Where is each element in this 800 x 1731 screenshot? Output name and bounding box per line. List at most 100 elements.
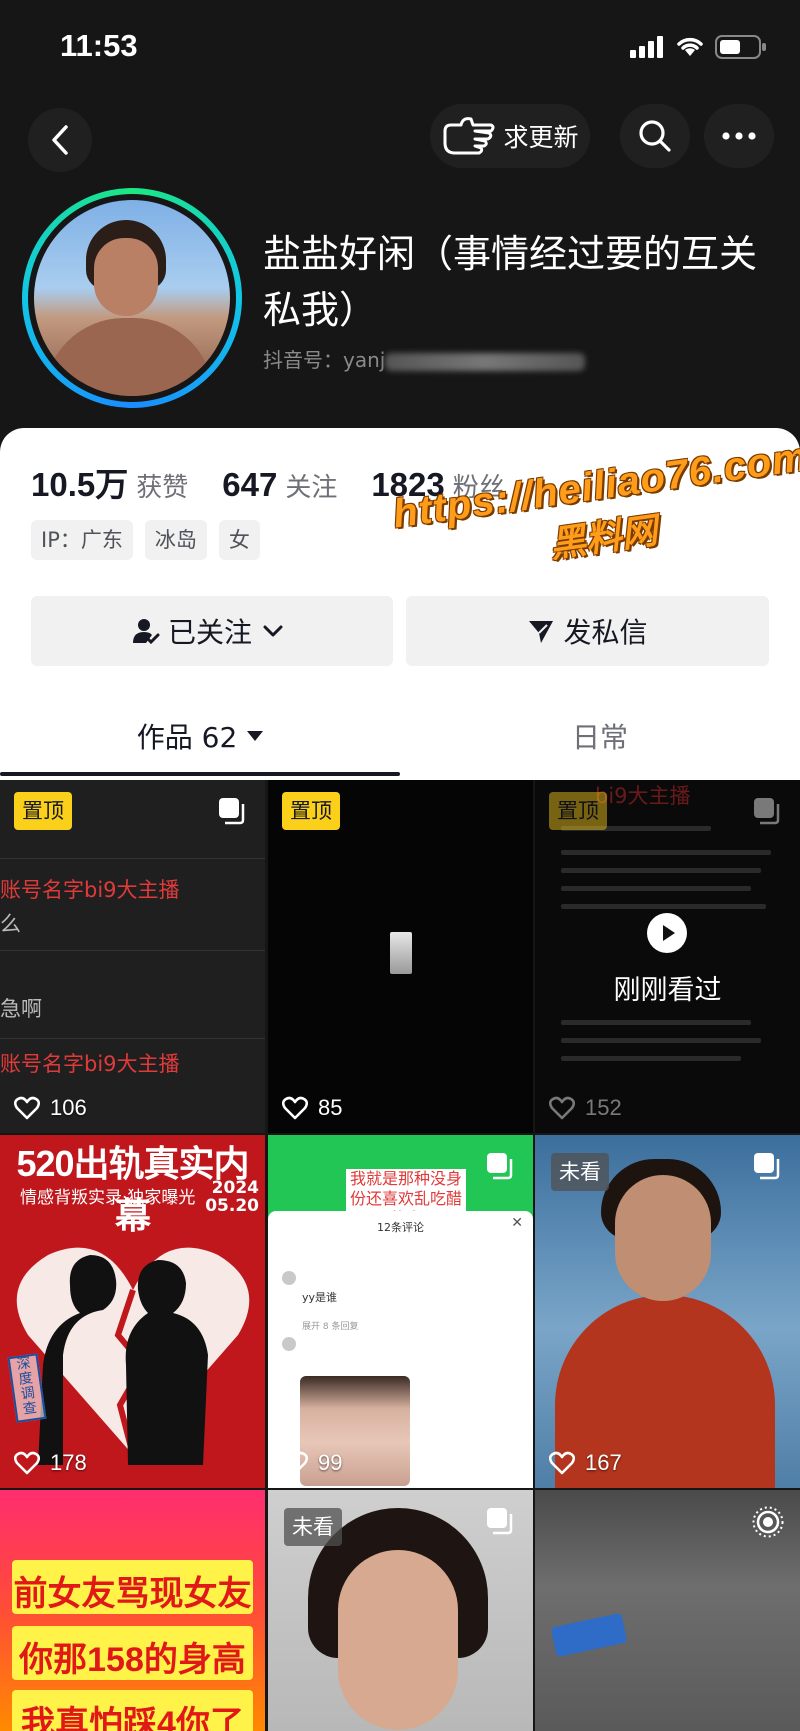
- signal-icon: [630, 36, 664, 62]
- following-count[interactable]: 647: [222, 466, 277, 504]
- followed-button[interactable]: 已关注: [31, 596, 393, 666]
- message-label: 发私信: [563, 616, 648, 649]
- comment-text: yy是谁: [302, 1291, 338, 1304]
- close-icon: ✕: [511, 1215, 523, 1231]
- caption-line: 前女友骂现女友: [13, 1575, 252, 1613]
- unwatched-badge: 未看: [551, 1153, 609, 1191]
- chevron-left-icon: [52, 125, 68, 155]
- pinned-badge: 置顶: [282, 792, 340, 830]
- douyin-id-prefix: 抖音号：: [263, 348, 343, 372]
- play-icon: [647, 913, 687, 953]
- like-count-value: 178: [50, 1450, 87, 1475]
- wifi-icon: [675, 34, 705, 62]
- profile-card: 10.5万 获赞 647 关注 1823 粉丝 IP：广东 冰岛 女 https…: [0, 428, 800, 780]
- like-count: 178: [14, 1450, 87, 1476]
- profile-tabs: 作品 62 日常: [0, 696, 800, 780]
- tab-daily-label: 日常: [571, 721, 628, 754]
- more-button[interactable]: [704, 104, 774, 168]
- like-count-value: 99: [318, 1450, 343, 1475]
- pinned-badge: 置顶: [14, 792, 72, 830]
- tab-daily[interactable]: 日常: [400, 696, 800, 776]
- multi-image-icon: [752, 796, 782, 830]
- video-post[interactable]: 置顶 账号名字bi9大主播 么 急啊 账号名字bi9大主播 106: [0, 780, 265, 1133]
- video-post[interactable]: 前女友骂现女友 你那158的身高 我真怕踩4你了: [0, 1490, 265, 1731]
- douyin-id-value: yanj: [343, 348, 386, 372]
- pinned-badge: 置顶: [549, 792, 607, 830]
- like-count-value: 167: [585, 1450, 622, 1475]
- like-count: 106: [14, 1095, 87, 1121]
- like-count: 99: [282, 1450, 342, 1476]
- ip-tag: IP：广东: [31, 520, 133, 560]
- location-tag: 冰岛: [144, 520, 207, 560]
- comment-avatar: [282, 1337, 296, 1351]
- status-time: 11:53: [60, 28, 138, 63]
- text-line: [561, 868, 761, 873]
- heart-icon: [14, 1451, 40, 1475]
- multi-image-icon: [485, 1506, 515, 1540]
- video-post[interactable]: 我就是那种没身份还喜欢乱吃醋的人 12条评论 ✕ yy是谁 展开 8 条回复 9…: [268, 1135, 533, 1488]
- status-bar: 11:53: [0, 0, 800, 96]
- profile-tags: IP：广东 冰岛 女: [31, 520, 272, 560]
- comment-sheet-screenshot: 12条评论 ✕ yy是谁 展开 8 条回复: [268, 1211, 533, 1488]
- douyin-id[interactable]: 抖音号：yanj: [263, 344, 586, 373]
- video-post[interactable]: 未看: [268, 1490, 533, 1731]
- post-top-text: bi9大主播: [595, 784, 691, 808]
- like-count-value: 85: [318, 1095, 343, 1120]
- post-date-year: 2024: [211, 1178, 259, 1198]
- request-update-label: 求更新: [503, 123, 579, 152]
- more-dots-icon: [722, 132, 756, 140]
- heart-icon: [282, 1096, 308, 1120]
- heart-icon: [14, 1096, 40, 1120]
- video-thumbnail: [390, 932, 412, 974]
- video-post[interactable]: 未看 167: [535, 1135, 800, 1488]
- back-button[interactable]: [28, 108, 92, 172]
- video-post[interactable]: [535, 1490, 800, 1731]
- works-grid: 置顶 账号名字bi9大主播 么 急啊 账号名字bi9大主播 106 置顶 85: [0, 780, 800, 1731]
- tab-works-label: 作品 62: [136, 721, 238, 754]
- avatar-photo: [34, 200, 230, 396]
- avatar[interactable]: [22, 188, 242, 408]
- post-text-line: 账号名字bi9大主播: [0, 1052, 180, 1076]
- profile-page: 11:53 求更新 盐盐好闲（事情经过要的互关私我） 抖音号：yanj 10.5…: [0, 0, 800, 1731]
- video-post[interactable]: 置顶 85: [268, 780, 533, 1133]
- garage-sign: [550, 1612, 628, 1658]
- douyin-id-blurred: [385, 352, 586, 371]
- followed-label: 已关注: [167, 616, 252, 649]
- comment-count: 12条评论: [377, 1221, 424, 1234]
- portrait-face: [615, 1175, 711, 1301]
- multi-image-icon: [752, 1151, 782, 1185]
- like-count-value: 152: [585, 1095, 622, 1120]
- battery-icon: [715, 35, 767, 63]
- person-check-icon: [132, 619, 160, 645]
- avatar-face: [94, 238, 158, 316]
- divider: [0, 858, 265, 859]
- broken-heart-graphic: [16, 1247, 250, 1465]
- video-post[interactable]: 520出轨真实内幕 情感背叛实录·独家曝光 2024 05.20 深度调查 178: [0, 1135, 265, 1488]
- recently-watched-label: 刚刚看过: [613, 975, 722, 1006]
- divider: [0, 950, 265, 951]
- caret-down-icon: [247, 731, 264, 741]
- tab-works[interactable]: 作品 62: [0, 696, 400, 776]
- search-button[interactable]: [620, 104, 690, 168]
- post-text-line: 账号名字bi9大主播: [0, 878, 180, 902]
- like-count-value: 106: [50, 1095, 87, 1120]
- likes-count[interactable]: 10.5万: [31, 458, 128, 506]
- avatar-frame: [28, 194, 236, 402]
- multi-image-icon: [217, 796, 247, 830]
- chevron-down-icon: [263, 625, 283, 637]
- divider: [0, 1038, 265, 1039]
- following-label: 关注: [285, 473, 338, 503]
- comment-expand: 展开 8 条回复: [302, 1322, 359, 1332]
- search-icon: [639, 120, 671, 152]
- post-text-line: 么: [0, 912, 21, 936]
- send-icon: [529, 621, 554, 643]
- video-post[interactable]: bi9大主播 置顶 刚刚看过 152: [535, 780, 800, 1133]
- tab-indicator: [0, 772, 400, 776]
- text-line: [561, 886, 751, 891]
- caption-line: 你那158的身高: [19, 1641, 246, 1679]
- pointing-hand-icon: [443, 117, 495, 155]
- text-line: [561, 1020, 751, 1025]
- multi-image-icon: [485, 1151, 515, 1185]
- message-button[interactable]: 发私信: [406, 596, 769, 666]
- request-update-button[interactable]: 求更新: [430, 104, 590, 168]
